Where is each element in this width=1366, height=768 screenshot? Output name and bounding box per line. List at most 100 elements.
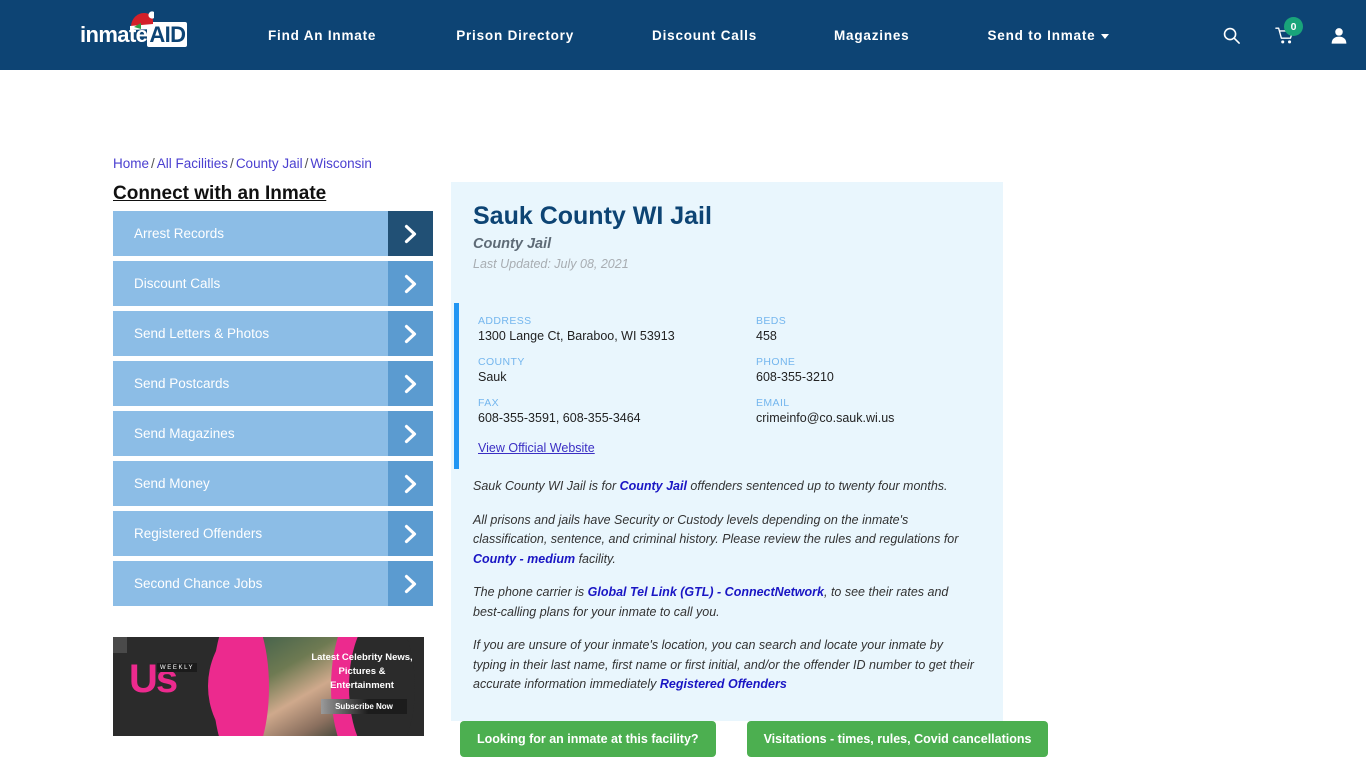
link-registered-offenders[interactable]: Registered Offenders [660,677,787,691]
user-account-icon [1331,27,1347,44]
ad-corner-decoration [113,637,127,653]
chevron-right-icon [404,424,417,443]
sidebar-item-label: Arrest Records [134,226,225,241]
facility-header: Sauk County WI Jail County Jail Last Upd… [451,182,1003,281]
nav-item-find-an-inmate[interactable]: Find An Inmate [268,28,376,43]
sidebar-item-arrow [388,211,433,256]
sidebar-item-arrow [388,511,433,556]
link-phone-carrier[interactable]: Global Tel Link (GTL) - ConnectNetwork [588,585,824,599]
chevron-right-icon [404,224,417,243]
nav-item-prison-directory[interactable]: Prison Directory [456,28,574,43]
search-icon [1223,27,1240,44]
description-paragraph-1: Sauk County WI Jail is for County Jail o… [473,477,977,497]
sidebar-item-send-letters-photos[interactable]: Send Letters & Photos [113,311,433,356]
facility-type: County Jail [473,236,552,252]
nav-item-label: Discount Calls [652,27,758,43]
chevron-down-icon [1101,33,1110,39]
sidebar-title: Connect with an Inmate [113,183,327,204]
sidebar-item-discount-calls[interactable]: Discount Calls [113,261,433,306]
view-official-website-link[interactable]: View Official Website [478,441,595,455]
chevron-right-icon [404,574,417,593]
site-header: inmateAID Find An Inmate Prison Director… [0,0,1366,70]
paragraph-text: offenders sentenced up to twenty four mo… [686,479,948,493]
sidebar-item-label: Send Money [134,476,210,491]
info-value: 1300 Lange Ct, Baraboo, WI 53913 [478,329,675,343]
nav-item-send-to-inmate[interactable]: Send to Inmate [988,28,1110,43]
nav-item-discount-calls[interactable]: Discount Calls [652,28,757,43]
nav-item-magazines[interactable]: Magazines [834,28,909,43]
description-paragraph-3: The phone carrier is Global Tel Link (GT… [473,583,977,622]
sidebar-item-send-postcards[interactable]: Send Postcards [113,361,433,406]
sidebar-item-arrow [388,361,433,406]
account-button[interactable] [1312,0,1366,70]
logo-prefix: inmate [80,22,148,47]
logo-suffix: AID [147,22,188,47]
link-county-jail[interactable]: County Jail [620,479,687,493]
facility-description: Sauk County WI Jail is for County Jail o… [451,471,1003,721]
info-value: 458 [756,329,777,343]
sidebar-item-arrow [388,411,433,456]
info-value: Sauk [478,370,507,384]
ad-photo-mask-left [213,637,269,736]
info-label: PHONE [756,356,796,368]
info-label: EMAIL [756,397,790,409]
sidebar-item-arrow [388,461,433,506]
facility-info-block: ADDRESS 1300 Lange Ct, Baraboo, WI 53913… [451,303,1003,471]
sidebar-item-registered-offenders[interactable]: Registered Offenders [113,511,433,556]
nav-item-label: Magazines [834,27,910,43]
chevron-right-icon [404,524,417,543]
sidebar-item-label: Second Chance Jobs [134,576,263,591]
link-county-medium[interactable]: County - medium [473,552,575,566]
facility-info-grid: ADDRESS 1300 Lange Ct, Baraboo, WI 53913… [478,315,981,425]
chevron-right-icon [404,374,417,393]
nav-item-label: Find An Inmate [268,27,377,43]
site-logo[interactable]: inmateAID [80,11,188,51]
breadcrumb-item-home[interactable]: Home [113,156,149,171]
breadcrumb-item-county-jail[interactable]: County Jail [236,156,303,171]
sidebar-item-arrow [388,311,433,356]
info-label: COUNTY [478,356,525,368]
info-value: crimeinfo@co.sauk.wi.us [756,411,895,425]
ad-subscribe-button[interactable]: Subscribe Now [321,699,407,714]
cta-button-row: Looking for an inmate at this facility? … [460,721,1049,757]
sidebar-item-arrow [388,261,433,306]
sidebar-item-send-money[interactable]: Send Money [113,461,433,506]
nav-item-label: Send to Inmate [987,27,1096,43]
sidebar-item-arrow [388,561,433,606]
breadcrumb: Home / All Facilities / County Jail / Wisconsi… [113,156,372,171]
cart-button[interactable]: 0 [1258,0,1312,70]
sidebar-item-arrest-records[interactable]: Arrest Records [113,211,433,256]
breadcrumb-separator: / [230,156,234,171]
sidebar-item-second-chance-jobs[interactable]: Second Chance Jobs [113,561,433,606]
info-field-address: ADDRESS 1300 Lange Ct, Baraboo, WI 53913 [478,315,756,343]
sidebar-item-send-magazines[interactable]: Send Magazines [113,411,433,456]
main-navigation: Find An Inmate Prison Directory Discount… [268,0,1110,70]
ad-brand-sublabel: WEEKLY [157,663,198,672]
advertisement-banner[interactable]: Us WEEKLY Latest Celebrity News, Picture… [113,637,424,736]
header-icon-group: 0 [1204,0,1366,70]
description-paragraph-2: All prisons and jails have Security or C… [473,511,977,570]
cart-count-badge: 0 [1284,17,1303,36]
breadcrumb-item-all-facilities[interactable]: All Facilities [157,156,228,171]
sidebar-item-label: Registered Offenders [134,526,263,541]
info-value: 608-355-3210 [756,370,834,384]
info-value: 608-355-3591, 608-355-3464 [478,411,641,425]
chevron-right-icon [404,324,417,343]
paragraph-text: All prisons and jails have Security or C… [473,512,959,547]
info-field-beds: BEDS 458 [756,315,981,343]
breadcrumb-item-wisconsin[interactable]: Wisconsin [310,156,372,171]
paragraph-text: The phone carrier is [473,585,588,599]
info-field-fax: FAX 608-355-3591, 608-355-3464 [478,397,756,425]
info-label: FAX [478,397,500,409]
search-button[interactable] [1204,0,1258,70]
info-label: ADDRESS [478,315,532,327]
nav-item-label: Prison Directory [456,27,575,43]
sidebar-item-label: Discount Calls [134,276,221,291]
paragraph-text: Sauk County WI Jail is for [473,479,620,493]
page-title: Sauk County WI Jail [473,202,712,230]
visitations-button[interactable]: Visitations - times, rules, Covid cancel… [746,721,1049,757]
accent-bar [454,303,459,469]
facility-panel: Sauk County WI Jail County Jail Last Upd… [451,182,1003,721]
looking-for-inmate-button[interactable]: Looking for an inmate at this facility? [460,721,716,757]
sidebar-menu: Arrest Records Discount Calls Send Lette… [113,211,433,611]
